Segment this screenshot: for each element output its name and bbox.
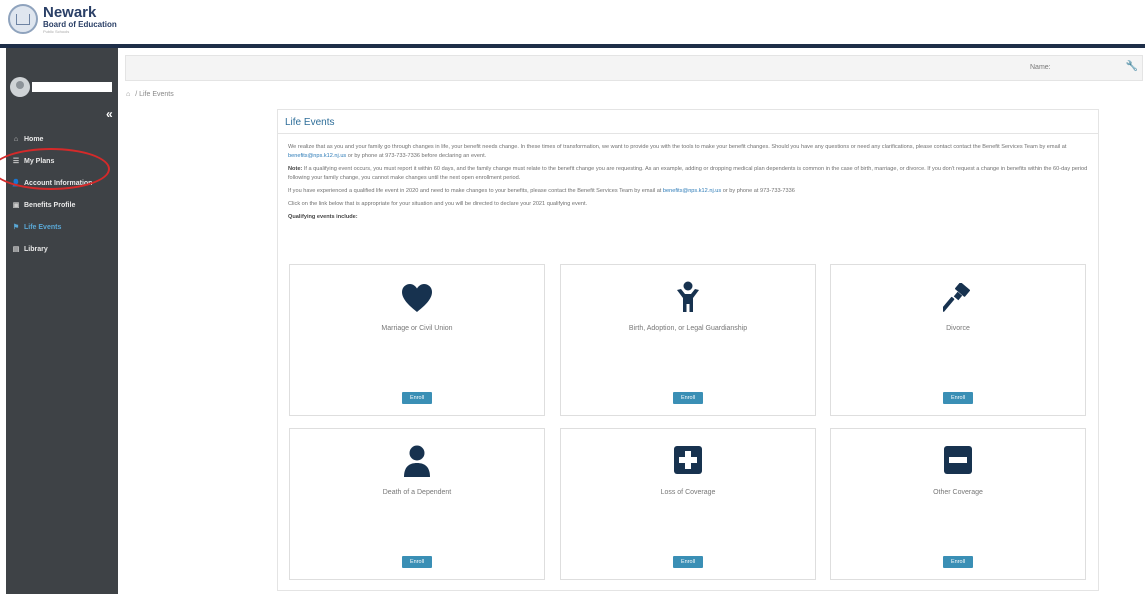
home-icon[interactable]: ⌂	[126, 91, 130, 98]
plus-square-icon	[561, 446, 815, 474]
enroll-button[interactable]: Enroll	[673, 392, 703, 404]
breadcrumb-separator: /	[135, 91, 138, 98]
sidebar-item-label: Benefits Profile	[24, 201, 76, 209]
page-title: Life Events	[285, 117, 335, 128]
briefcase-icon: ▣	[12, 202, 20, 209]
enroll-button[interactable]: Enroll	[943, 392, 973, 404]
sidebar-item-home[interactable]: ⌂ Home	[6, 130, 118, 148]
event-label: Death of a Dependent	[382, 489, 452, 496]
event-label: Divorce	[946, 325, 970, 332]
event-tile-marriage[interactable]: Marriage or Civil Union Enroll	[289, 264, 545, 416]
event-label: Loss of Coverage	[660, 489, 716, 496]
breadcrumb-current: Life Events	[139, 91, 174, 98]
event-label: Birth, Adoption, or Legal Guardianship	[628, 325, 748, 332]
note-label: Note:	[288, 166, 303, 172]
child-icon	[561, 281, 815, 313]
enroll-button[interactable]: Enroll	[402, 392, 432, 404]
app-header: Newark Board of Education Public Schools	[0, 0, 1145, 44]
event-tile-other-coverage[interactable]: Other Coverage Enroll	[830, 428, 1086, 580]
event-tile-divorce[interactable]: Divorce Enroll	[830, 264, 1086, 416]
sidebar-item-label: Library	[24, 245, 48, 253]
event-label: Marriage or Civil Union	[381, 325, 453, 332]
event-tile-birth-adoption[interactable]: Birth, Adoption, or Legal Guardianship E…	[560, 264, 816, 416]
card-header: Life Events	[278, 110, 1098, 134]
sidebar-item-life-events[interactable]: ⚑ Life Events	[6, 218, 118, 236]
sidebar-item-benefits-profile[interactable]: ▣ Benefits Profile	[6, 196, 118, 214]
enroll-button[interactable]: Enroll	[402, 556, 432, 568]
contact-paragraph: If you have experienced a qualified life…	[288, 188, 795, 194]
enroll-button[interactable]: Enroll	[673, 556, 703, 568]
person-icon	[290, 445, 544, 477]
event-tile-death-dependent[interactable]: Death of a Dependent Enroll	[289, 428, 545, 580]
gavel-icon	[831, 283, 1085, 313]
benefits-email-link[interactable]: benefits@nps.k12.nj.us	[288, 153, 346, 159]
header-divider	[0, 44, 1145, 48]
benefits-email-link[interactable]: benefits@nps.k12.nj.us	[663, 188, 721, 194]
newark-logo[interactable]: Newark Board of Education Public Schools	[8, 4, 117, 34]
sidebar-item-library[interactable]: ▤ Library	[6, 240, 118, 258]
intro-paragraph: We realize that as you and your family g…	[288, 144, 1067, 159]
breadcrumb: ⌂ / Life Events	[126, 91, 174, 98]
enroll-button[interactable]: Enroll	[943, 556, 973, 568]
top-filter-bar: Name: 🔧	[125, 55, 1143, 81]
avatar	[10, 77, 30, 97]
event-tile-loss-coverage[interactable]: Loss of Coverage Enroll	[560, 428, 816, 580]
name-filter-label: Name:	[1030, 64, 1051, 71]
minus-square-icon	[831, 446, 1085, 474]
book-icon: ▤	[12, 246, 20, 253]
qualifying-heading: Qualifying events include:	[288, 214, 358, 220]
redacted-username	[32, 82, 112, 92]
sidebar-item-label: Home	[24, 135, 44, 143]
intro-text: We realize that as you and your family g…	[288, 143, 1090, 226]
logo-subtitle: Board of Education	[43, 19, 117, 29]
note-paragraph: Note: If a qualifying event occurs, you …	[288, 166, 1088, 181]
logo-tagline: Public Schools	[43, 28, 70, 34]
wrench-icon[interactable]: 🔧	[1126, 61, 1138, 72]
heart-icon	[290, 283, 544, 313]
user-profile[interactable]	[6, 75, 118, 99]
life-events-card: Life Events We realize that as you and y…	[277, 109, 1099, 591]
calendar-icon: ⚑	[12, 224, 20, 231]
sidebar: « ⌂ Home ☰ My Plans 👤 Account Informatio…	[6, 48, 118, 594]
seal-icon	[8, 4, 38, 34]
instruction-paragraph: Click on the link below that is appropri…	[288, 201, 588, 207]
sidebar-item-label: Life Events	[24, 223, 62, 231]
home-icon: ⌂	[13, 135, 19, 143]
collapse-sidebar-icon[interactable]: «	[106, 107, 113, 121]
logo-title: Newark	[43, 3, 97, 21]
event-label: Other Coverage	[933, 489, 983, 496]
